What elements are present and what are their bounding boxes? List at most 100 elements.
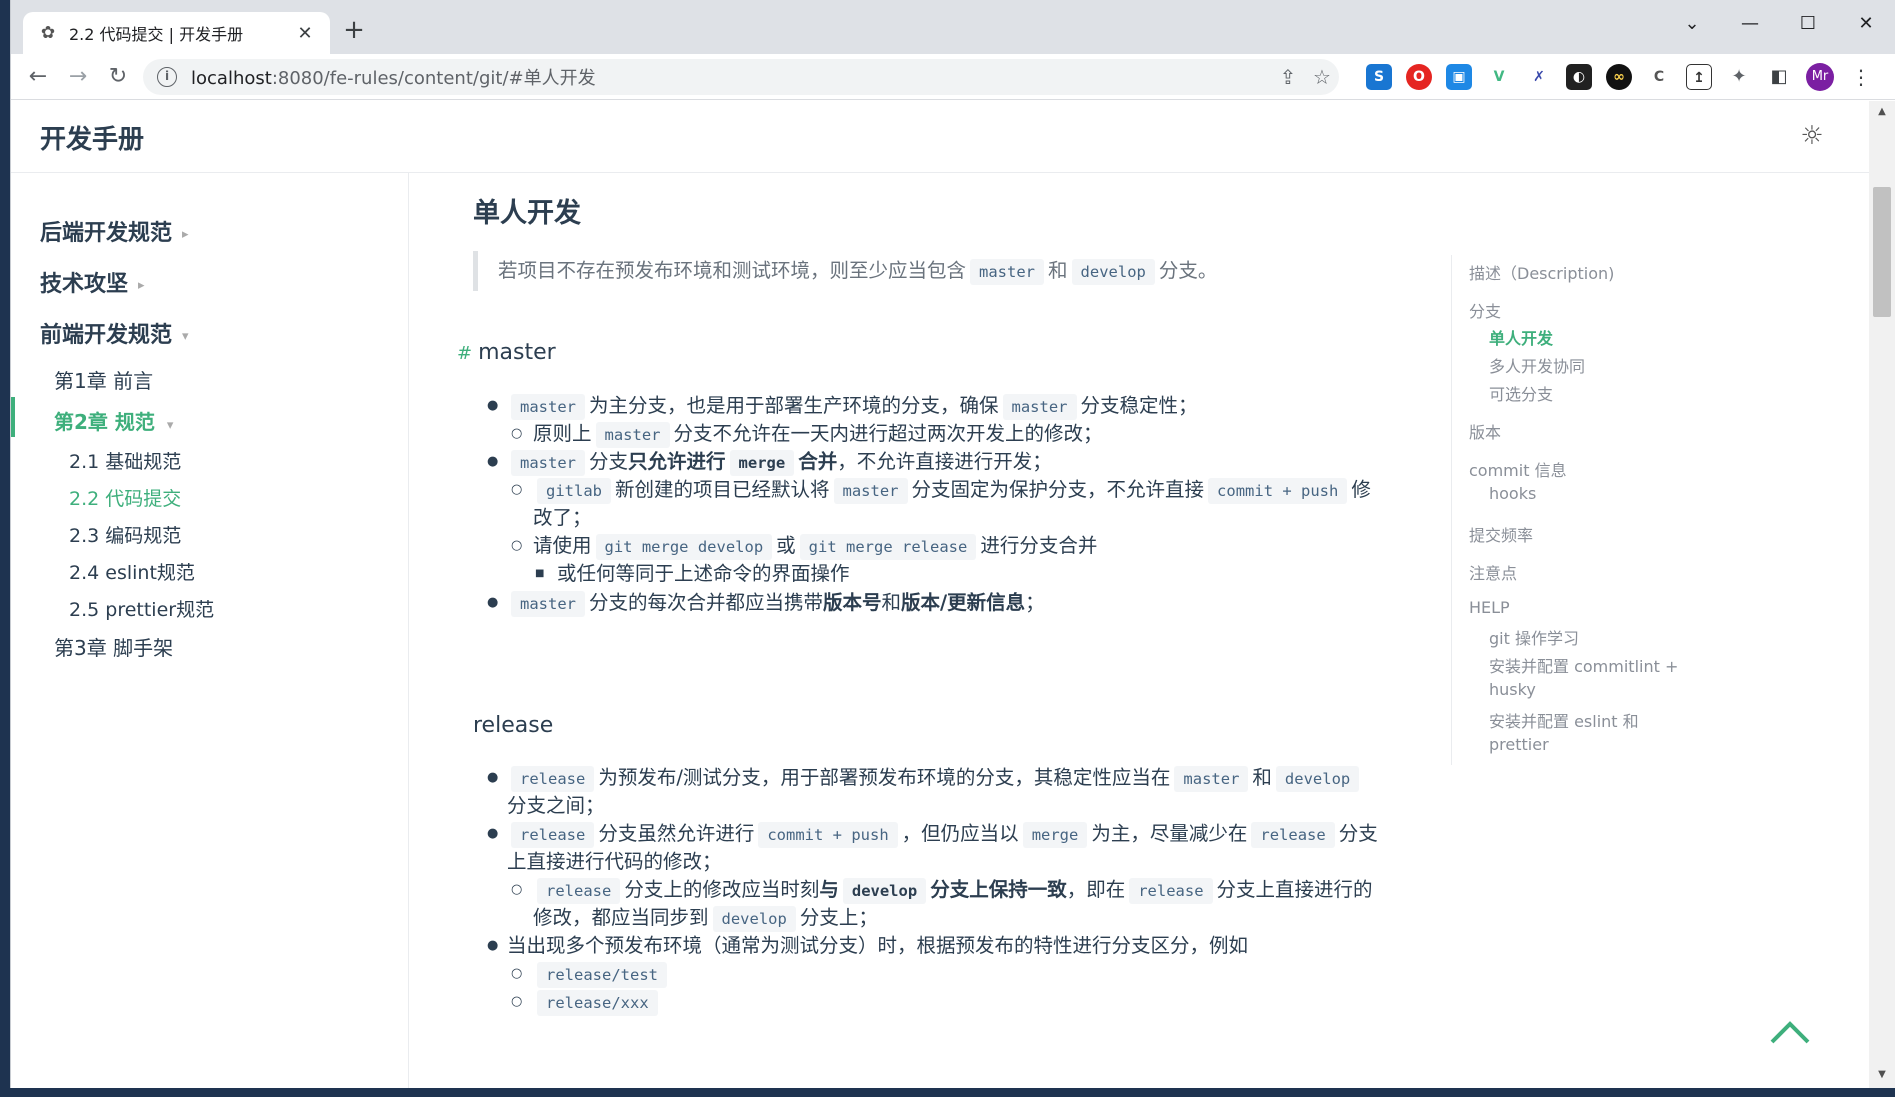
bullet: ● <box>487 398 499 413</box>
theme-toggle-sun-icon[interactable]: ☼ <box>1797 121 1827 151</box>
url-text[interactable]: localhost:8080/fe-rules/content/git/#单人开… <box>191 64 596 90</box>
new-tab-button[interactable]: + <box>337 14 371 48</box>
sidebar-section-2-2[interactable]: 2.2 代码提交 <box>69 484 181 511</box>
site-favicon-icon: ✿ <box>40 23 56 43</box>
toc-item[interactable]: HELP <box>1469 598 1510 617</box>
toc-item[interactable]: git 操作学习 <box>1489 625 1579 649</box>
toc-item[interactable]: 描述（Description) <box>1469 260 1614 284</box>
extension-box-icon[interactable]: ↥ <box>1686 64 1712 90</box>
list-item: 或任何等同于上述命令的界面操作 <box>557 562 850 585</box>
bullet: ● <box>487 938 499 953</box>
heading-master: # master <box>457 340 556 365</box>
toc-item-active[interactable]: 单人开发 <box>1489 325 1553 349</box>
site-title[interactable]: 开发手册 <box>40 119 144 156</box>
sidebar-chapter-3[interactable]: 第3章 脚手架 <box>54 632 173 661</box>
share-icon[interactable]: ⇪ <box>1273 62 1303 92</box>
list-item: release 为预发布/测试分支，用于部署预发布环境的分支，其稳定性应当在 mas… <box>507 764 1363 793</box>
heading-release: release <box>473 713 554 738</box>
list-item: release/test <box>533 960 671 989</box>
bullet: ○ <box>511 882 523 897</box>
list-item-continued: 分支之间； <box>507 794 605 817</box>
forward-icon[interactable]: → <box>61 60 95 94</box>
extension-save-icon[interactable]: ▣ <box>1446 64 1472 90</box>
toc-item-continued[interactable]: prettier <box>1489 735 1549 754</box>
tab-strip: ✿ 2.2 代码提交 | 开发手册 ✕ + ⌄ — ☐ ✕ <box>11 0 1895 54</box>
window-close-icon[interactable]: ✕ <box>1840 6 1892 42</box>
toc-item[interactable]: 可选分支 <box>1489 381 1553 405</box>
toc-item[interactable]: 安装并配置 commitlint + <box>1489 653 1678 677</box>
bullet: ○ <box>511 426 523 441</box>
active-indicator <box>11 397 15 437</box>
sidebar-group-frontend[interactable]: 前端开发规范 ▾ <box>40 317 189 349</box>
browser-window: ✿ 2.2 代码提交 | 开发手册 ✕ + ⌄ — ☐ ✕ ← → ↻ i lo… <box>10 0 1895 1088</box>
chevron-right-icon: ▸ <box>182 226 189 242</box>
anchor-link[interactable]: # <box>457 343 472 364</box>
back-to-top-icon[interactable] <box>1770 1012 1810 1052</box>
table-of-contents: 描述（Description) 分支 单人开发 多人开发协同 可选分支 版本 c… <box>1451 255 1678 765</box>
sidebar-group-tech[interactable]: 技术攻坚 ▸ <box>40 266 145 298</box>
blockquote: 若项目不存在预发布环境和测试环境，则至少应当包含 master 和 develop 分支… <box>473 251 1235 291</box>
bullet: ■ <box>535 568 545 579</box>
profile-avatar[interactable]: Mr <box>1806 63 1834 91</box>
browser-menu-icon[interactable]: ⋮ <box>1851 62 1871 92</box>
bullet: ● <box>487 595 499 610</box>
reload-icon[interactable]: ↻ <box>101 60 135 94</box>
back-icon[interactable]: ← <box>21 60 55 94</box>
extensions-puzzle-icon[interactable]: ✦ <box>1726 64 1752 90</box>
tab-search-icon[interactable]: ⌄ <box>1666 6 1718 42</box>
extension-dark-icon[interactable]: ◐ <box>1566 64 1592 90</box>
toc-item[interactable]: 分支 <box>1469 298 1501 322</box>
scroll-up-icon[interactable]: ▲ <box>1875 105 1889 119</box>
tab-close-icon[interactable]: ✕ <box>294 23 316 44</box>
browser-tab[interactable]: ✿ 2.2 代码提交 | 开发手册 ✕ <box>23 12 330 54</box>
maximize-icon[interactable]: ☐ <box>1782 6 1834 42</box>
sidebar-chapter-2[interactable]: 第2章 规范 ▾ <box>54 406 173 435</box>
list-item: master 为主分支，也是用于部署生产环境的分支，确保 master 分支稳定性； <box>507 392 1198 421</box>
chevron-right-icon: ▸ <box>138 277 145 293</box>
sidebar-group-backend[interactable]: 后端开发规范 ▸ <box>40 215 189 247</box>
extension-opera-icon[interactable]: O <box>1406 64 1432 90</box>
address-bar[interactable]: i localhost:8080/fe-rules/content/git/#单… <box>143 59 1339 95</box>
sidebar-section-2-4[interactable]: 2.4 eslint规范 <box>69 558 195 585</box>
bullet: ○ <box>511 538 523 553</box>
toc-item[interactable]: 安装并配置 eslint 和 <box>1489 708 1639 732</box>
tab-title: 2.2 代码提交 | 开发手册 <box>69 25 244 44</box>
list-item-continued: 改了； <box>533 506 592 529</box>
list-item: 原则上 master 分支不允许在一天内进行超过两次开发上的修改； <box>533 420 1103 449</box>
toc-item-continued[interactable]: husky <box>1489 680 1536 699</box>
extension-infinity-icon[interactable]: ∞ <box>1606 64 1632 90</box>
list-item: master 分支只允许进行 merge 合并，不允许直接进行开发； <box>507 448 1052 477</box>
extension-vue-icon[interactable]: V <box>1486 64 1512 90</box>
sidebar-section-2-5[interactable]: 2.5 prettier规范 <box>69 595 214 622</box>
sidebar-section-2-1[interactable]: 2.1 基础规范 <box>69 447 181 474</box>
bullet: ● <box>487 826 499 841</box>
page-scrollbar[interactable]: ▲ ▼ <box>1869 101 1895 1088</box>
toc-item[interactable]: 版本 <box>1469 419 1501 443</box>
sidebar-chapter-1[interactable]: 第1章 前言 <box>54 365 153 394</box>
chevron-down-icon: ▾ <box>166 418 174 433</box>
sidebar-section-2-3[interactable]: 2.3 编码规范 <box>69 521 181 548</box>
toc-item[interactable]: 多人开发协同 <box>1489 353 1585 377</box>
list-item: 当出现多个预发布环境（通常为测试分支）时，根据预发布的特性进行分支区分，例如 <box>507 934 1249 957</box>
toc-item[interactable]: 提交频率 <box>1469 522 1533 546</box>
page-title: 单人开发 <box>473 198 581 229</box>
scrollbar-thumb[interactable] <box>1873 187 1891 317</box>
list-item: master 分支的每次合并都应当携带版本号和版本/更新信息； <box>507 589 1045 618</box>
bookmark-star-icon[interactable]: ☆ <box>1307 62 1337 92</box>
sidebar: 后端开发规范 ▸ 技术攻坚 ▸ 前端开发规范 ▾ 第1章 前言 第2章 规范 ▾ 2.1… <box>11 173 409 1088</box>
toc-item[interactable]: commit 信息 <box>1469 457 1567 481</box>
side-panel-icon[interactable]: ◧ <box>1766 64 1792 90</box>
toc-item[interactable]: hooks <box>1489 484 1536 503</box>
bullet: ○ <box>511 482 523 497</box>
extension-c-icon[interactable]: C <box>1646 64 1672 90</box>
minimize-icon[interactable]: — <box>1724 6 1776 42</box>
list-item: release 分支虽然允许进行 commit + push ，但仍应当以 merge 为… <box>507 820 1378 849</box>
site-info-icon[interactable]: i <box>157 67 177 87</box>
bullet: ○ <box>511 966 523 981</box>
extension-s-icon[interactable]: S <box>1366 64 1392 90</box>
list-item-continued: 上直接进行代码的修改； <box>507 850 722 873</box>
list-item-continued: 修改，都应当同步到 develop 分支上； <box>533 904 878 933</box>
scroll-down-icon[interactable]: ▼ <box>1875 1068 1889 1082</box>
toc-item[interactable]: 注意点 <box>1469 560 1517 584</box>
extension-x-icon[interactable]: ✗ <box>1526 64 1552 90</box>
